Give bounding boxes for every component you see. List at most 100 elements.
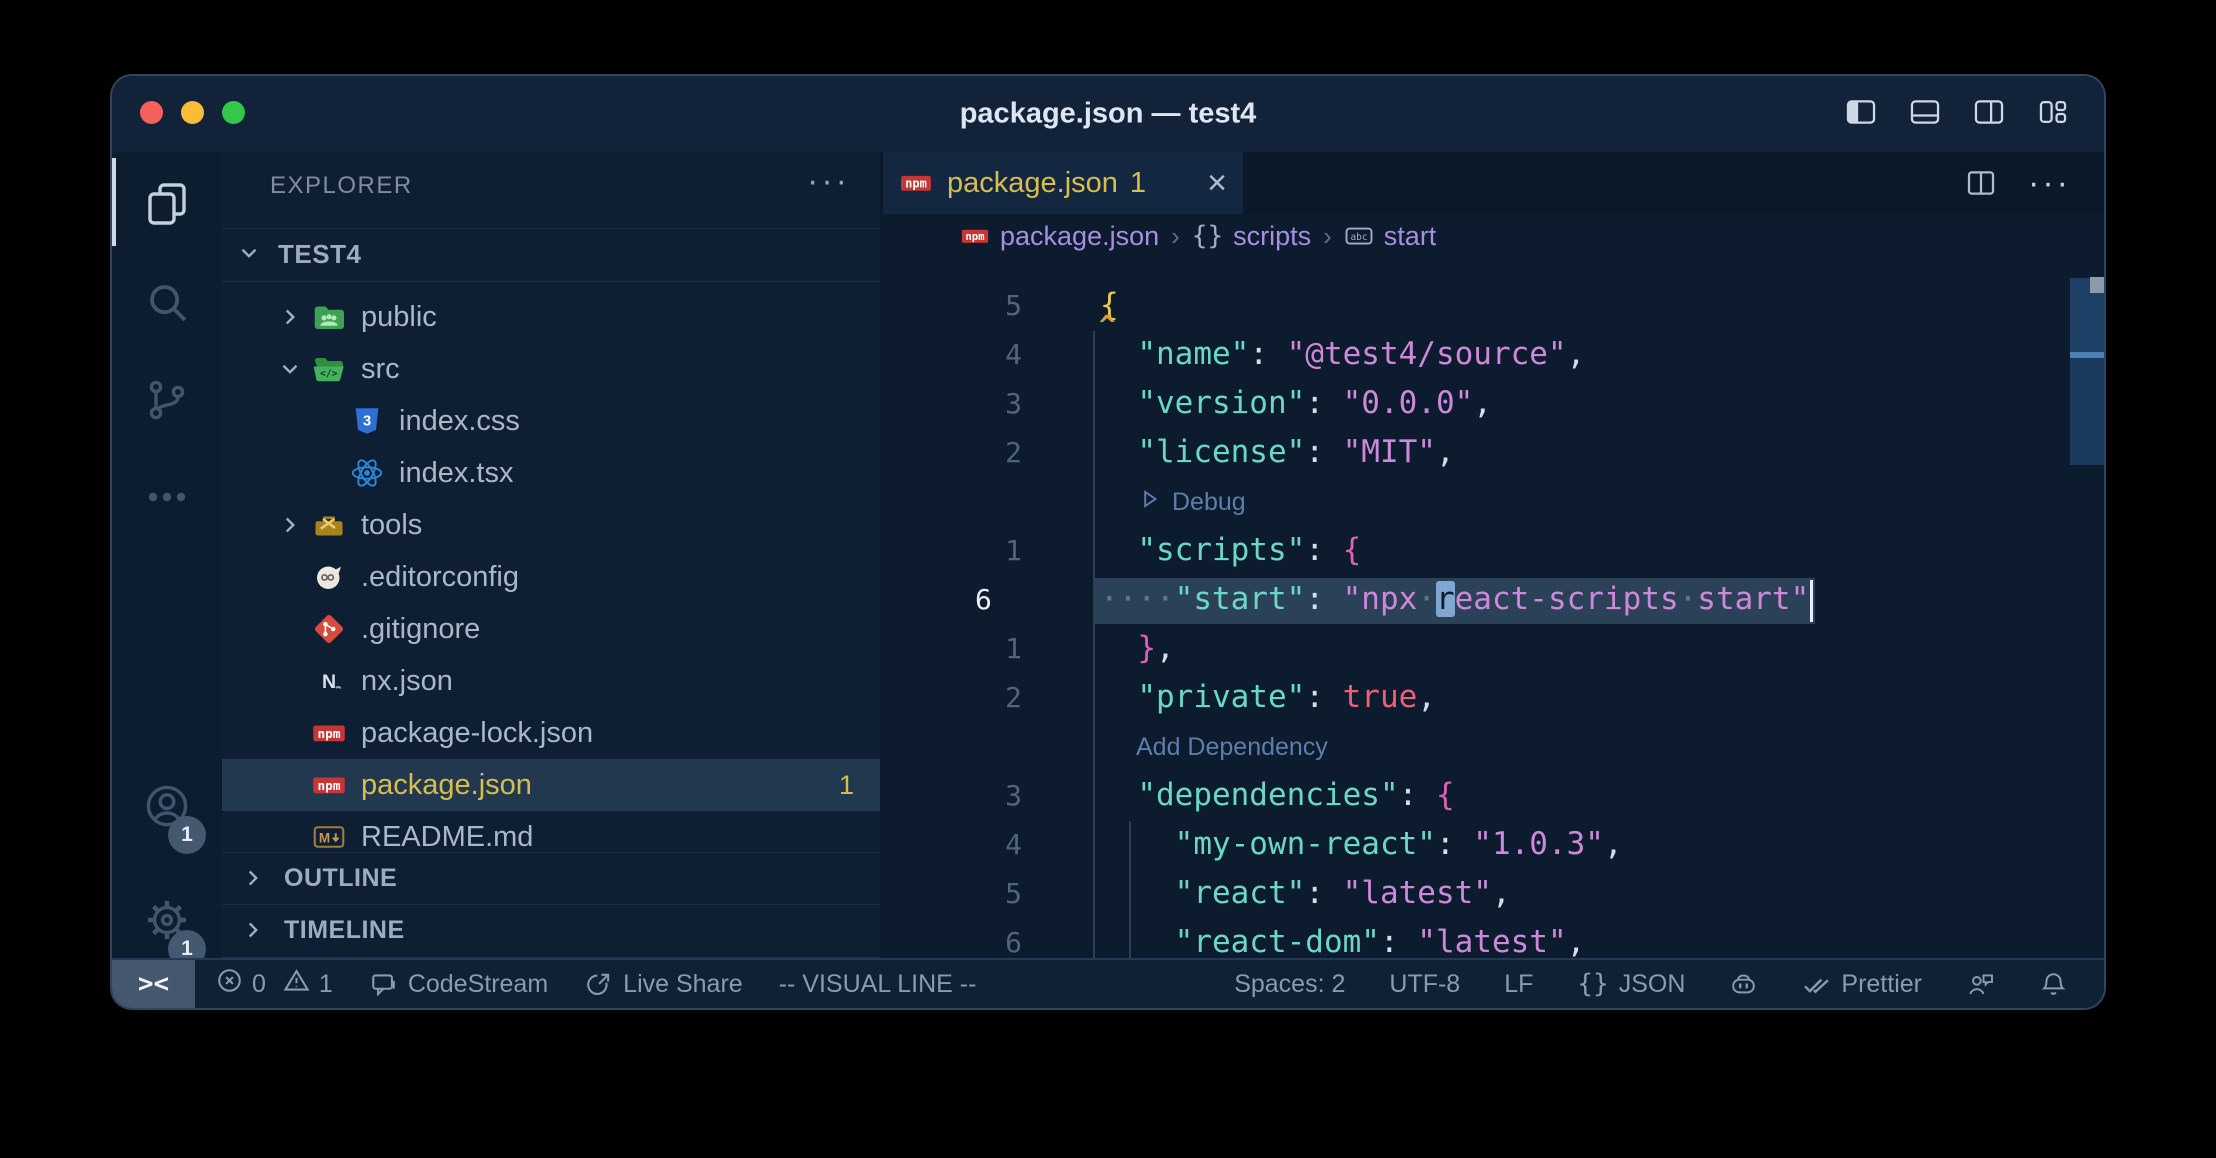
- code-line[interactable]: 4 "name": "@test4/source",: [880, 331, 2104, 380]
- status-item-feedback[interactable]: [1966, 970, 1995, 999]
- file-name: tools: [361, 509, 422, 542]
- line-number[interactable]: 3: [940, 387, 1022, 420]
- code-line[interactable]: 3 "dependencies": {: [880, 772, 2104, 821]
- active-view-indicator: [112, 158, 116, 246]
- activity-bar-source-control[interactable]: [112, 354, 222, 450]
- tree-item-index-tsx[interactable]: index.tsx: [222, 447, 880, 499]
- tree-item-editorconfig[interactable]: .editorconfig: [222, 551, 880, 603]
- tree-item-src[interactable]: </> src: [222, 343, 880, 395]
- code-text: ····"start": "npx·react-scripts·start": [1100, 581, 1809, 617]
- code-line[interactable]: 5 "react": "latest",: [880, 870, 2104, 919]
- codelens-debug[interactable]: Debug: [880, 478, 2104, 527]
- code-text: "my-own-react": "1.0.3",: [1100, 826, 1623, 862]
- activity-bar-search[interactable]: [112, 256, 222, 352]
- breadcrumb-start[interactable]: abcstart: [1344, 221, 1437, 252]
- zoom-window-button[interactable]: [222, 101, 245, 124]
- activity-bar-explorer[interactable]: [112, 158, 222, 254]
- status-label: UTF-8: [1389, 970, 1460, 999]
- status-label: CodeStream: [408, 970, 548, 999]
- svg-text:3: 3: [363, 413, 371, 430]
- line-number[interactable]: 5: [940, 877, 1022, 910]
- line-number[interactable]: 2: [940, 681, 1022, 714]
- code-line[interactable]: 1 },: [880, 625, 2104, 674]
- react-icon: [349, 455, 385, 491]
- status-item-encoding[interactable]: UTF-8: [1389, 970, 1460, 999]
- activity-bar-settings[interactable]: 1: [112, 874, 222, 970]
- status-item-formatter[interactable]: Prettier: [1802, 970, 1922, 999]
- code-line[interactable]: 2 "private": true,: [880, 674, 2104, 723]
- folder-code-icon: </>: [311, 351, 347, 387]
- modified-count-badge: 1: [839, 770, 854, 801]
- project-section-header[interactable]: TEST4: [222, 228, 880, 282]
- remote-indicator[interactable]: ><: [112, 960, 195, 1008]
- tree-item-nx-json[interactable]: Nnx.json: [222, 655, 880, 707]
- prettier-icon: [1802, 970, 1831, 999]
- code-text: "private": true,: [1100, 679, 1436, 715]
- svg-text:npm: npm: [317, 779, 340, 794]
- timeline-section[interactable]: TIMELINE: [222, 904, 880, 958]
- status-item-problems[interactable]: 01: [215, 966, 333, 1002]
- activity-bar: 11: [112, 152, 224, 960]
- code-line[interactable]: 5{^: [880, 282, 2104, 331]
- line-number[interactable]: 1: [940, 632, 1022, 665]
- status-item-notifications[interactable]: [2039, 970, 2068, 999]
- line-number[interactable]: 3: [940, 779, 1022, 812]
- tab-package-json[interactable]: npm package.json 1 ×: [883, 152, 1243, 214]
- status-item-codestream[interactable]: CodeStream: [369, 970, 548, 999]
- line-number[interactable]: 6: [940, 926, 1022, 959]
- editorconfig-icon: [311, 559, 347, 595]
- tree-item-index-css[interactable]: 3index.css: [222, 395, 880, 447]
- tab-suffix: 1: [1130, 167, 1146, 200]
- breadcrumb-package-json[interactable]: npmpackage.json: [960, 221, 1159, 252]
- accounts-badge: 1: [168, 816, 206, 854]
- line-number[interactable]: 6: [975, 583, 1095, 616]
- activity-bar-accounts[interactable]: 1: [112, 760, 222, 856]
- code-line[interactable]: 3 "version": "0.0.0",: [880, 380, 2104, 429]
- tree-item-gitignore[interactable]: .gitignore: [222, 603, 880, 655]
- tree-item-package-json[interactable]: npmpackage.json1: [222, 759, 880, 811]
- activity-bar-more-views[interactable]: [112, 451, 222, 547]
- close-window-button[interactable]: [140, 101, 163, 124]
- code-line[interactable]: 6····"start": "npx·react-scripts·start": [880, 576, 2104, 625]
- outline-section[interactable]: OUTLINE: [222, 852, 880, 905]
- file-tree: public </> src 3index.cssindex.tsx tools .edi…: [222, 291, 880, 852]
- customize-layout-icon[interactable]: [2036, 95, 2070, 134]
- tree-item-readme-md[interactable]: MREADME.md: [222, 811, 880, 852]
- code-line[interactable]: 4 "my-own-react": "1.0.3",: [880, 821, 2104, 870]
- tab-bar: npm package.json 1 × ···: [880, 152, 2104, 214]
- status-item-eol[interactable]: LF: [1504, 970, 1533, 999]
- line-number[interactable]: 4: [940, 338, 1022, 371]
- line-number[interactable]: 4: [940, 828, 1022, 861]
- status-item-live-share[interactable]: Live Share: [584, 970, 743, 999]
- line-number[interactable]: 1: [940, 534, 1022, 567]
- toggle-panel-icon[interactable]: [1908, 95, 1942, 134]
- explorer-more-actions-icon[interactable]: ···: [807, 162, 850, 201]
- tree-item-public[interactable]: public: [222, 291, 880, 343]
- status-item-vim-mode[interactable]: -- VISUAL LINE --: [779, 970, 977, 999]
- explorer-sidebar: EXPLORER ··· TEST4 public</>src3index.cs…: [222, 152, 882, 960]
- minimize-window-button[interactable]: [181, 101, 204, 124]
- status-item-language-mode[interactable]: {}JSON: [1577, 969, 1685, 999]
- tree-item-package-lock-json[interactable]: npmpackage-lock.json: [222, 707, 880, 759]
- split-editor-layout-icon[interactable]: [1972, 95, 2006, 134]
- npm-icon: npm: [899, 166, 933, 200]
- status-item-copilot[interactable]: [1729, 970, 1758, 999]
- warning-count: 1: [319, 970, 333, 999]
- code-editor[interactable]: 5{^4 "name": "@test4/source",3 "version"…: [880, 258, 2104, 960]
- toggle-sidebar-icon[interactable]: [1844, 95, 1878, 134]
- codelens-add-dependency[interactable]: Add Dependency: [880, 723, 2104, 772]
- file-name: src: [361, 353, 400, 386]
- breadcrumb-scripts[interactable]: {}scripts: [1192, 221, 1311, 252]
- braces-icon: {}: [1577, 969, 1608, 999]
- line-number[interactable]: 5: [940, 289, 1022, 322]
- code-line[interactable]: 6 "react-dom": "latest",: [880, 919, 2104, 960]
- code-line[interactable]: 2 "license": "MIT",: [880, 429, 2104, 478]
- editor-more-actions-icon[interactable]: ···: [2028, 152, 2071, 214]
- tree-item-tools[interactable]: tools: [222, 499, 880, 551]
- code-line[interactable]: 1 "scripts": {: [880, 527, 2104, 576]
- close-tab-icon[interactable]: ×: [1207, 166, 1227, 200]
- scrollbar-thumb[interactable]: [2070, 358, 2104, 465]
- split-editor-icon[interactable]: [1965, 152, 1997, 214]
- status-item-indentation[interactable]: Spaces: 2: [1234, 970, 1345, 999]
- line-number[interactable]: 2: [940, 436, 1022, 469]
